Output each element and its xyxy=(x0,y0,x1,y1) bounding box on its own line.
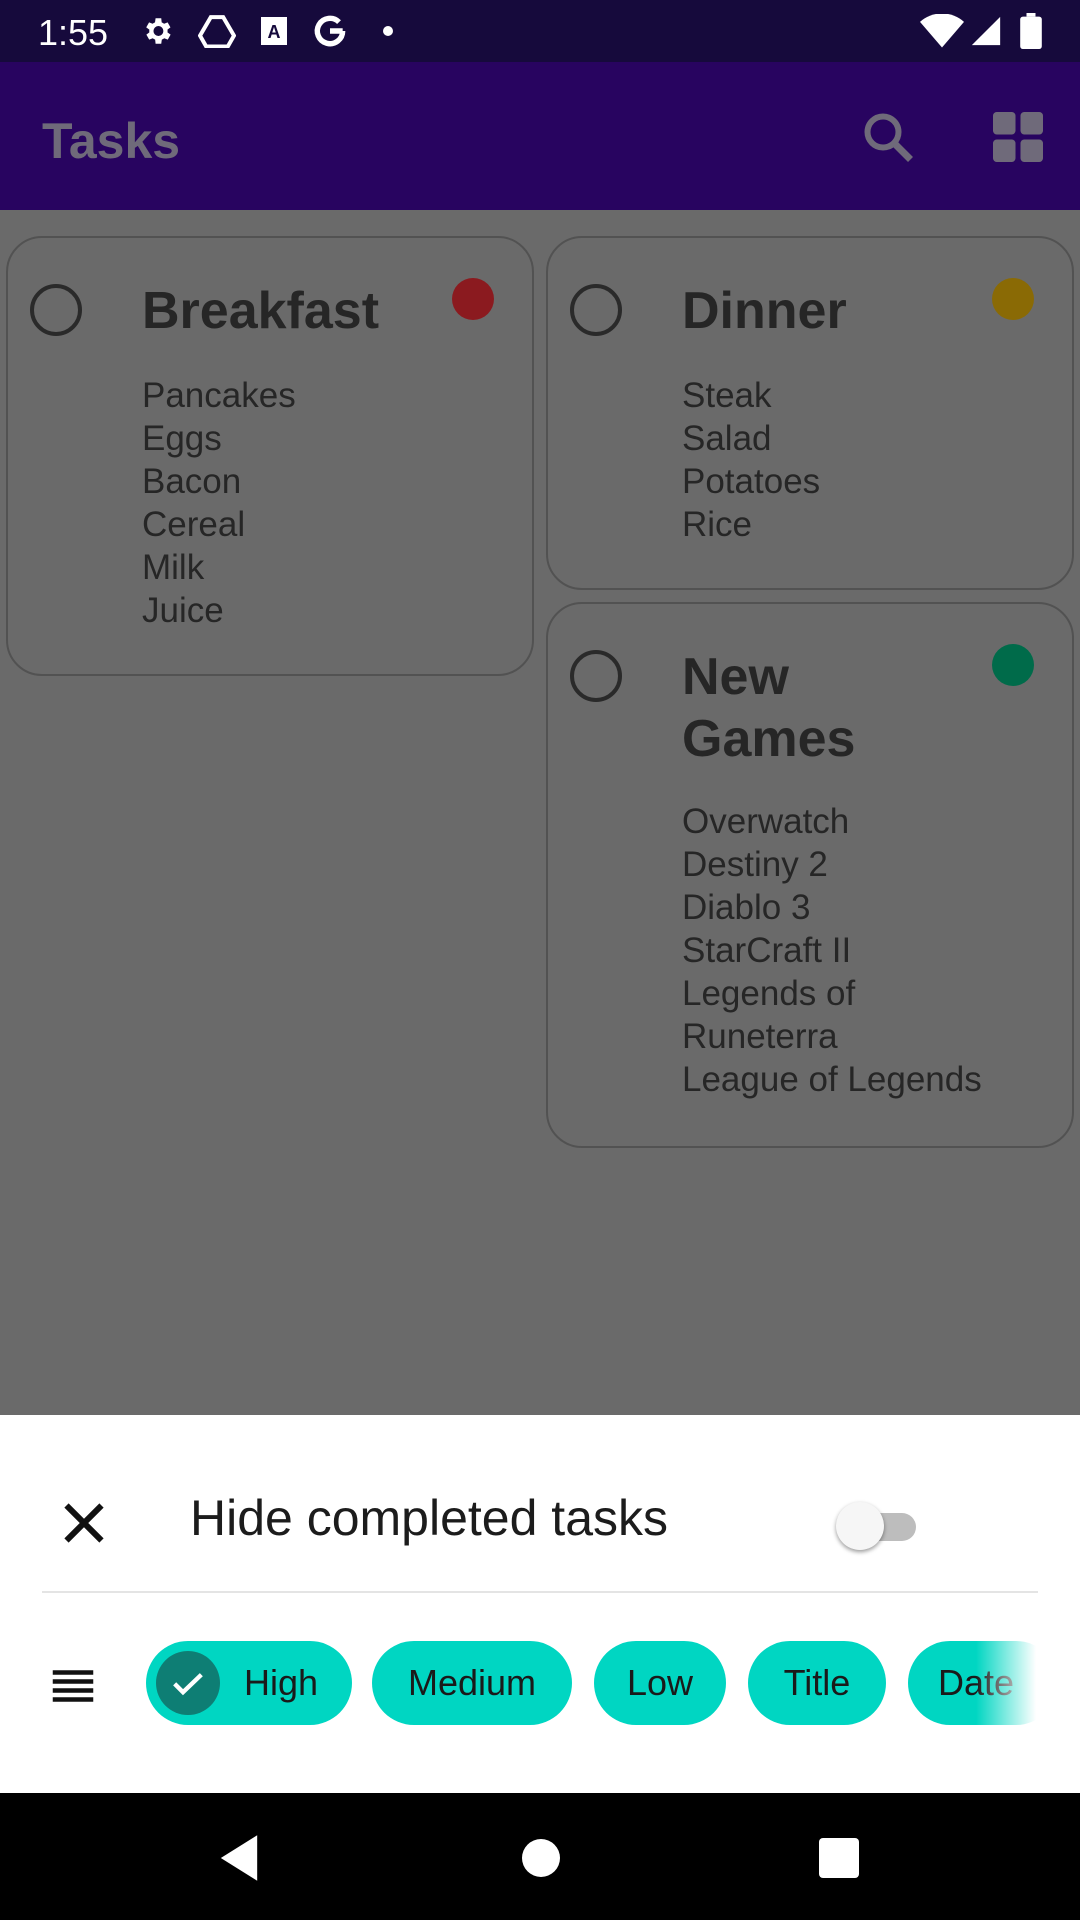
chip-label: Low xyxy=(626,1662,694,1703)
complete-radio[interactable] xyxy=(30,284,82,336)
status-time: 1:55 xyxy=(38,12,109,53)
chip-title[interactable]: Title xyxy=(748,1641,886,1725)
list-item: Salad xyxy=(682,419,772,458)
dot-icon xyxy=(380,12,396,50)
list-item: League of Legends xyxy=(682,1060,982,1099)
list-item: Diablo 3 xyxy=(682,888,811,927)
sort-lines-icon xyxy=(46,1659,100,1713)
task-title: Dinner xyxy=(682,282,847,340)
app-bar: Tasks xyxy=(0,62,1080,210)
toggle-thumb xyxy=(836,1502,884,1550)
hide-completed-toggle[interactable] xyxy=(836,1499,920,1553)
grid-view-icon[interactable] xyxy=(988,107,1048,167)
status-bar: 1:55 A xyxy=(0,0,1080,62)
gear-icon xyxy=(138,12,176,50)
list-item: StarCraft II xyxy=(682,931,852,970)
list-item: Milk xyxy=(142,548,205,587)
chip-high[interactable]: High xyxy=(146,1641,352,1725)
scroll-fade xyxy=(976,1641,1036,1725)
battery-icon xyxy=(1016,12,1046,50)
task-title: New Games xyxy=(682,648,856,768)
page-title: Tasks xyxy=(42,113,181,169)
list-item: Cereal xyxy=(142,505,246,544)
list-item: Rice xyxy=(682,505,753,544)
list-item: Juice xyxy=(142,591,224,630)
task-card-breakfast[interactable]: Breakfast Pancakes Eggs Bacon Cereal Mil… xyxy=(6,236,534,676)
task-card-new-games[interactable]: New Games Overwatch Destiny 2 Diablo 3 S… xyxy=(546,602,1074,1148)
text-a-icon: A xyxy=(258,12,290,50)
complete-radio[interactable] xyxy=(570,650,622,702)
list-item: Destiny 2 xyxy=(682,845,828,884)
chip-low[interactable]: Low xyxy=(594,1641,726,1725)
task-items: Steak Salad Potatoes Rice xyxy=(682,374,820,546)
priority-dot xyxy=(452,278,494,320)
chip-label: High xyxy=(243,1662,319,1703)
search-icon[interactable] xyxy=(858,107,918,167)
list-item: Bacon xyxy=(142,462,242,501)
recents-icon[interactable] xyxy=(804,1823,874,1893)
list-item: Potatoes xyxy=(682,462,821,501)
filter-bottom-sheet: Hide completed tasks High Medium Low Tit… xyxy=(0,1415,1080,1793)
filter-chips: High Medium Low Title Date xyxy=(146,1641,1036,1725)
list-item: Eggs xyxy=(142,419,222,458)
list-item: Pancakes xyxy=(142,376,296,415)
priority-dot xyxy=(992,644,1034,686)
divider xyxy=(42,1591,1038,1593)
chip-label: Medium xyxy=(407,1662,537,1703)
system-nav-bar xyxy=(0,1793,1080,1920)
list-item: Overwatch xyxy=(682,802,850,841)
svg-text:A: A xyxy=(268,22,281,42)
home-icon[interactable] xyxy=(506,1823,576,1893)
complete-radio[interactable] xyxy=(570,284,622,336)
check-icon xyxy=(156,1651,220,1715)
list-item: Legends of Runeterra xyxy=(682,974,856,1056)
hide-completed-label: Hide completed tasks xyxy=(190,1490,669,1546)
drive-icon xyxy=(196,12,238,50)
priority-dot xyxy=(992,278,1034,320)
task-items: Pancakes Eggs Bacon Cereal Milk Juice xyxy=(142,374,296,632)
chip-label: Title xyxy=(783,1662,851,1703)
close-icon[interactable] xyxy=(54,1493,114,1553)
task-title: Breakfast xyxy=(142,282,380,340)
task-card-dinner[interactable]: Dinner Steak Salad Potatoes Rice xyxy=(546,236,1074,590)
task-grid: Breakfast Pancakes Eggs Bacon Cereal Mil… xyxy=(0,210,1080,1415)
task-items: Overwatch Destiny 2 Diablo 3 StarCraft I… xyxy=(682,800,1062,1101)
signal-icon xyxy=(968,12,1004,50)
google-icon xyxy=(310,12,350,50)
list-item: Steak xyxy=(682,376,772,415)
back-icon[interactable] xyxy=(204,1823,274,1893)
chip-medium[interactable]: Medium xyxy=(372,1641,572,1725)
wifi-icon xyxy=(920,12,964,50)
